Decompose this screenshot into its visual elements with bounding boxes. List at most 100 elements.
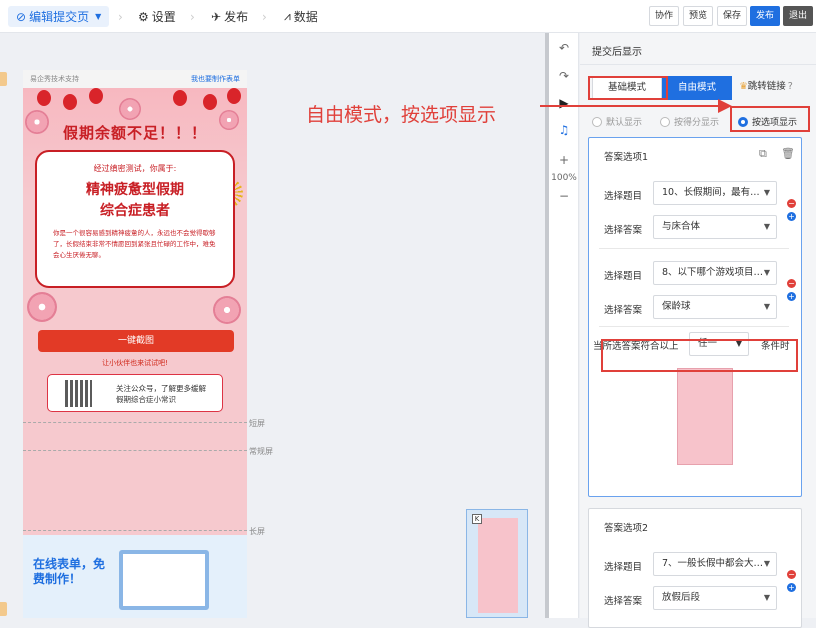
question-select[interactable]: 10、长假期间，最有… ▼ <box>653 181 777 205</box>
qr-text: 关注公众号，了解更多缓解假期综合症小常识 <box>116 384 206 404</box>
tab-redirect-link[interactable]: ♛跳转链接? <box>732 76 800 100</box>
help-icon: ? <box>787 81 793 92</box>
lantern-icon <box>89 88 103 104</box>
answer-value: 与床合体 <box>662 221 701 232</box>
chevron-down-icon: ▼ <box>95 12 102 21</box>
radio-default[interactable]: 默认显示 <box>592 115 642 128</box>
chevron-down-icon: ▼ <box>763 593 770 602</box>
question-value: 7、一般长假中都会大… <box>662 558 764 569</box>
flower-icon <box>119 98 141 120</box>
result-description: 你是一个很容易感到精神疲惫的人，永远也不会觉得歇够了，长假结束非常不情愿回到紧张… <box>53 229 216 259</box>
publish-tab[interactable]: ✈ 发布 <box>211 0 248 33</box>
chevron-down-icon: ▼ <box>763 302 770 311</box>
remove-condition-icon[interactable]: − <box>787 279 796 288</box>
banner-text: 在线表单，免费制作！ <box>33 557 106 586</box>
question-label: 选择题目 <box>604 271 643 282</box>
question-value: 10、长假期间，最有… <box>662 187 760 198</box>
edit-page-label: 编辑提交页 <box>29 10 90 24</box>
phone-header: 易企秀技术支持 我也要制作表单 <box>23 70 247 88</box>
lantern-icon <box>227 88 241 104</box>
result-heading-line2: 综合症患者 <box>100 203 170 219</box>
lantern-icon <box>173 90 187 106</box>
radio-default-label: 默认显示 <box>606 118 643 128</box>
preview-button[interactable]: 预览 <box>683 6 714 26</box>
monitor-illustration-icon <box>119 550 209 610</box>
remove-condition-icon[interactable]: − <box>787 570 796 579</box>
crown-icon: ♛ <box>739 81 748 92</box>
lantern-icon <box>63 94 77 110</box>
page-navigator[interactable]: K <box>466 509 528 618</box>
answer-select[interactable]: 保龄球 ▼ <box>653 295 777 319</box>
lantern-icon <box>203 94 217 110</box>
play-icon[interactable]: ▶ <box>549 96 579 110</box>
send-icon: ✈ <box>211 9 222 24</box>
music-icon[interactable]: ♫ <box>549 123 579 137</box>
data-tab[interactable]: ⩘ 数据 <box>284 0 318 33</box>
answer-select[interactable]: 与床合体 ▼ <box>653 215 777 239</box>
add-condition-icon[interactable]: + <box>787 583 796 592</box>
zoom-out-icon[interactable]: − <box>549 189 579 203</box>
zoom-in-icon[interactable]: + <box>549 153 579 167</box>
chevron-down-icon: ▼ <box>763 559 770 568</box>
tab-free-mode[interactable]: 自由模式 <box>662 76 732 100</box>
question-select[interactable]: 8、以下哪个游戏项目… ▼ <box>653 261 777 285</box>
radio-score[interactable]: 按得分显示 <box>660 115 719 128</box>
answer-select[interactable]: 放假后段 ▼ <box>653 586 777 610</box>
answer-label: 选择答案 <box>604 305 643 316</box>
share-text: 让小伙伴也来试试吧! <box>102 359 168 367</box>
brand-text: 易企秀技术支持 <box>30 75 79 83</box>
breadcrumb-separator-icon: › <box>190 10 195 24</box>
annotation-text: 自由模式，按选项显示 <box>306 104 497 126</box>
edit-page-dropdown[interactable]: ⊘ 编辑提交页 ▼ <box>8 6 110 27</box>
question-label: 选择题目 <box>604 191 643 202</box>
collab-button[interactable]: 协作 <box>649 6 680 26</box>
flower-icon <box>213 296 241 324</box>
exit-button[interactable]: 退出 <box>783 6 814 26</box>
trash-icon[interactable]: 🗑 <box>781 147 795 160</box>
result-heading: 精神疲惫型假期 综合症患者 <box>37 180 233 222</box>
answer-value: 保龄球 <box>662 301 691 312</box>
poster-title: 假期余额不足！！！ <box>62 124 207 142</box>
chevron-down-icon: ▼ <box>763 188 770 197</box>
result-page-thumbnail[interactable] <box>677 368 733 465</box>
answer-option-card-2: 答案选项2 选择题目 7、一般长假中都会大… ▼ 选择答案 放假后段 ▼ − + <box>588 508 802 628</box>
answer-option-title: 答案选项2 <box>604 523 649 534</box>
annotation-box-condition <box>601 339 798 372</box>
flower-icon <box>27 292 57 322</box>
make-form-link[interactable]: 我也要制作表单 <box>191 74 240 84</box>
question-label: 选择题目 <box>604 562 643 573</box>
navigator-thumbnail <box>478 518 518 613</box>
answer-label: 选择答案 <box>604 225 643 236</box>
result-heading-line1: 精神疲惫型假期 <box>86 182 184 198</box>
long-screen-line <box>23 530 247 531</box>
remove-condition-icon[interactable]: − <box>787 199 796 208</box>
normal-screen-label: 常规屏 <box>249 447 273 456</box>
zoom-level: 100% <box>551 173 577 183</box>
edit-check-icon: ⊘ <box>16 9 27 24</box>
panel-divider <box>580 64 816 65</box>
breadcrumb-separator-icon: › <box>118 10 123 24</box>
redo-icon[interactable]: ↷ <box>549 69 579 83</box>
save-button[interactable]: 保存 <box>717 6 748 26</box>
question-select[interactable]: 7、一般长假中都会大… ▼ <box>653 552 777 576</box>
condition-divider <box>599 248 789 249</box>
answer-option-title: 答案选项1 <box>604 152 649 163</box>
annotation-box-free-mode <box>588 76 668 100</box>
add-condition-icon[interactable]: + <box>787 212 796 221</box>
add-condition-icon[interactable]: + <box>787 292 796 301</box>
qr-code-icon <box>65 380 92 407</box>
collapse-icon[interactable]: K <box>472 514 482 524</box>
copy-icon[interactable]: ⧉ <box>759 147 767 161</box>
publish-label: 发布 <box>224 10 249 24</box>
radio-score-label: 按得分显示 <box>674 118 720 128</box>
answer-label: 选择答案 <box>604 596 643 607</box>
screenshot-button[interactable]: 一键截图 <box>38 330 234 352</box>
undo-icon[interactable]: ↶ <box>549 41 579 55</box>
ruler-marker <box>0 602 7 616</box>
publish-button[interactable]: 发布 <box>750 6 781 26</box>
settings-label: 设置 <box>151 10 176 24</box>
result-card: 经过缜密测试，你属于: 精神疲惫型假期 综合症患者 你是一个很容易感到精神疲惫的… <box>35 150 235 288</box>
settings-tab[interactable]: ⚙ 设置 <box>138 0 176 33</box>
breadcrumb-separator-icon: › <box>262 10 267 24</box>
result-intro: 经过缜密测试，你属于: <box>93 164 177 173</box>
